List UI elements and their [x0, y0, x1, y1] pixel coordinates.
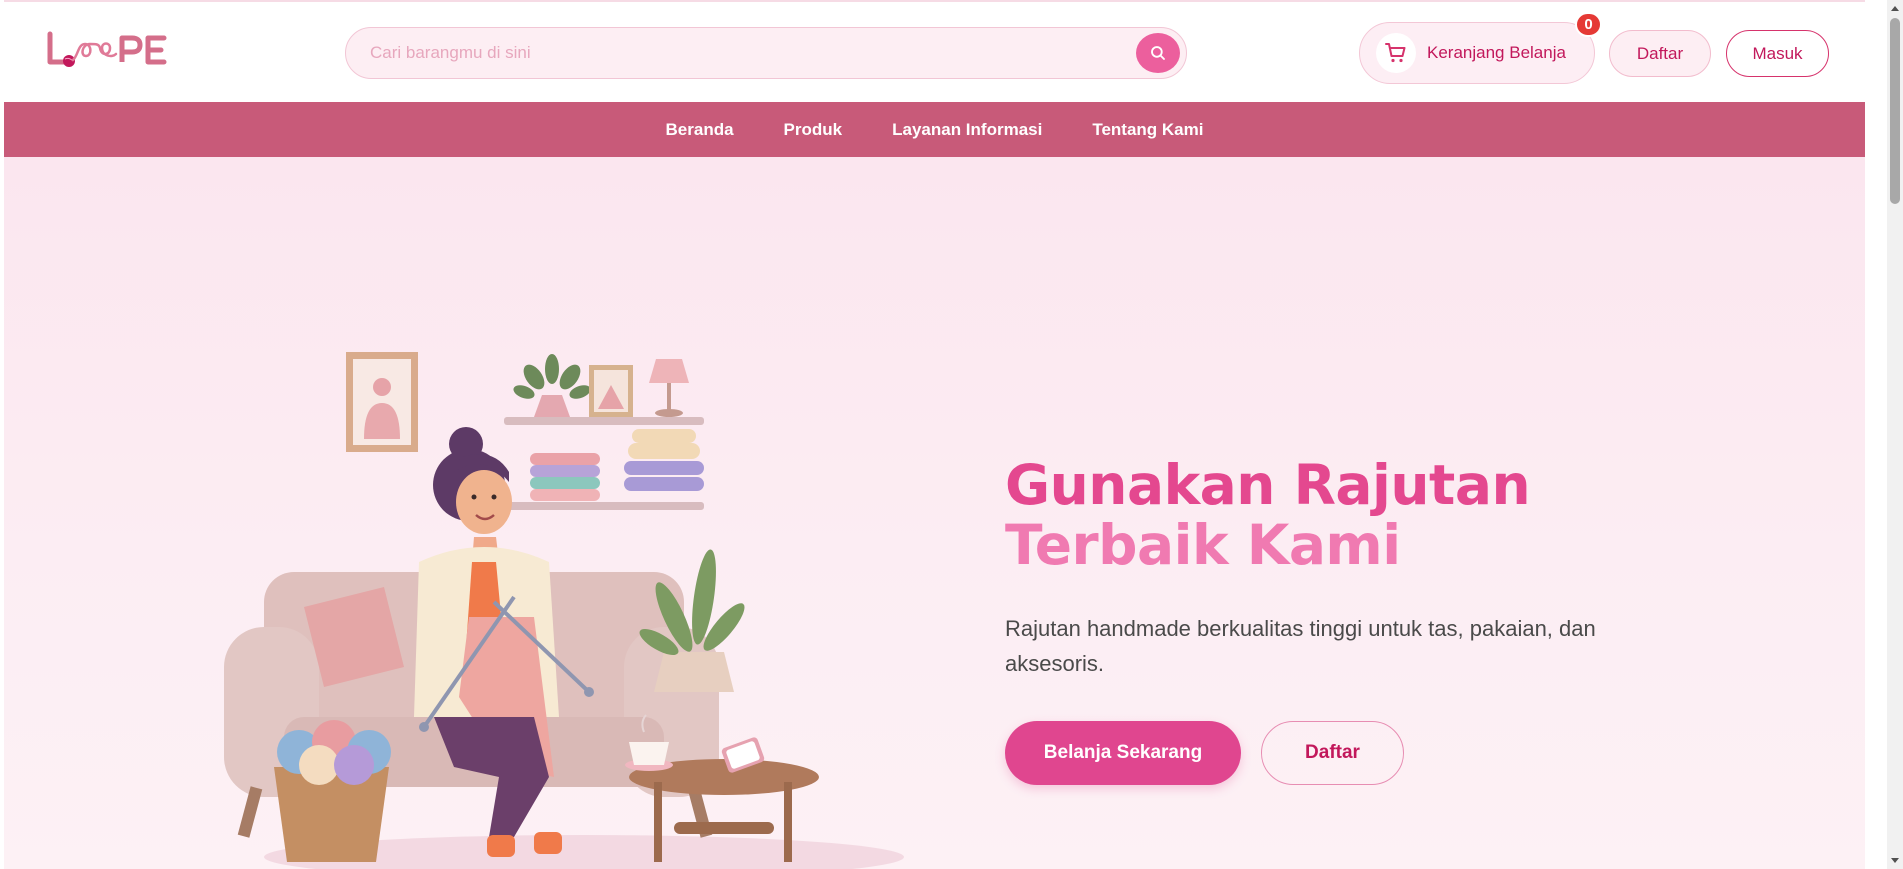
- nav-item-produk[interactable]: Produk: [759, 120, 868, 140]
- search-button[interactable]: [1136, 33, 1180, 73]
- search-input[interactable]: [370, 28, 1130, 78]
- hero-title-line1: Gunakan Rajutan: [1005, 453, 1531, 517]
- hero-subtitle: Rajutan handmade berkualitas tinggi untu…: [1005, 616, 1596, 676]
- search-bar: [345, 27, 1187, 79]
- cart-icon-wrapper: [1376, 33, 1416, 73]
- cart-count-badge: 0: [1575, 12, 1602, 37]
- hero-register-button[interactable]: Daftar: [1261, 721, 1404, 785]
- page-scrollbar[interactable]: [1887, 0, 1903, 869]
- site-header: Keranjang Belanja 0 Daftar Masuk: [4, 0, 1865, 102]
- page: Keranjang Belanja 0 Daftar Masuk Beranda…: [4, 0, 1865, 869]
- search-icon: [1151, 46, 1165, 60]
- login-button[interactable]: Masuk: [1726, 30, 1829, 77]
- register-button[interactable]: Daftar: [1609, 30, 1711, 77]
- nav-item-beranda[interactable]: Beranda: [641, 120, 759, 140]
- loope-logo[interactable]: [44, 28, 174, 72]
- nav-item-layanan-informasi[interactable]: Layanan Informasi: [867, 120, 1067, 140]
- scroll-down-arrow-icon[interactable]: [1887, 853, 1903, 869]
- nav-item-tentang-kami[interactable]: Tentang Kami: [1067, 120, 1228, 140]
- hero-illustration: [224, 352, 904, 869]
- scroll-up-arrow-icon[interactable]: [1887, 0, 1903, 16]
- shop-now-button[interactable]: Belanja Sekarang: [1005, 721, 1241, 785]
- cart-icon: [1385, 43, 1406, 63]
- hero-section: Gunakan Rajutan Terbaik Kami Rajutan han…: [4, 157, 1865, 869]
- hero-title-line2: Terbaik Kami: [1005, 513, 1401, 577]
- hero-title: Gunakan Rajutan Terbaik Kami: [1005, 453, 1531, 577]
- cart-label: Keranjang Belanja: [1427, 43, 1566, 62]
- cart-button[interactable]: Keranjang Belanja: [1359, 22, 1595, 84]
- main-nav: Beranda Produk Layanan Informasi Tentang…: [4, 102, 1865, 157]
- scrollbar-thumb[interactable]: [1890, 18, 1900, 204]
